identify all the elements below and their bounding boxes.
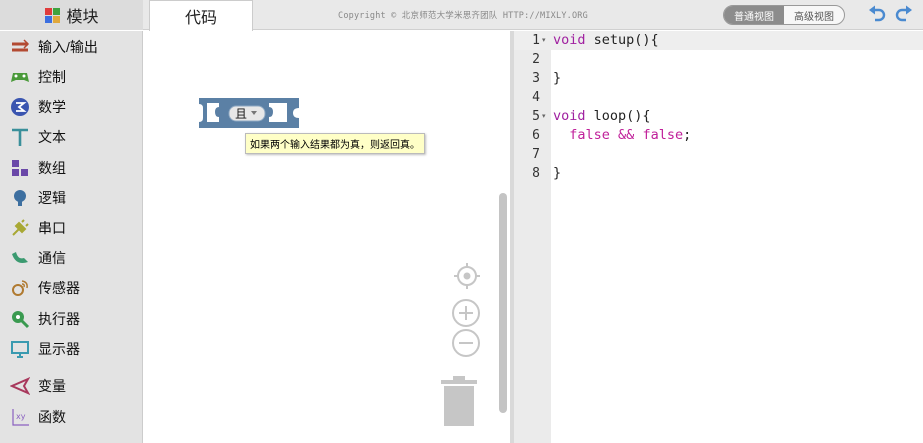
fold-arrow-icon[interactable]: ▾ (542, 107, 550, 126)
sidebar-item-array[interactable]: 数组 (10, 157, 66, 179)
variable-icon (10, 377, 30, 395)
line-number: 3 (532, 71, 540, 86)
code-token: false (569, 127, 610, 143)
undo-icon[interactable] (867, 4, 887, 24)
io-arrows-icon (12, 39, 30, 52)
zoom-in-icon[interactable] (451, 298, 481, 328)
line-number: 7 (532, 147, 540, 162)
sidebar-item-label: 数组 (38, 160, 66, 176)
code-text: loop(){ (585, 108, 651, 124)
sidebar-item-function[interactable]: xy 函数 (10, 406, 66, 428)
code-editor[interactable] (551, 31, 923, 443)
view-toggle[interactable]: 普通视图 高级视图 (723, 5, 845, 25)
mixly-app: 模块 代码 Copyright © 北京师范大学米思齐团队 HTTP://MIX… (0, 0, 923, 443)
workspace-scrollbar[interactable] (499, 193, 507, 413)
code-line: } (553, 164, 561, 183)
communication-icon (12, 252, 28, 263)
sidebar-item-label: 传感器 (38, 280, 80, 296)
center-target-icon[interactable] (453, 262, 481, 290)
sidebar-item-sensor[interactable]: 传感器 (10, 277, 80, 299)
sidebar-item-text[interactable]: 文本 (10, 126, 66, 148)
sidebar-item-label: 串口 (38, 220, 66, 236)
tab-blocks[interactable]: 模块 (0, 0, 143, 30)
array-blocks-icon (12, 160, 28, 176)
block-tooltip: 如果两个输入结果都为真，则返回真。 (245, 133, 425, 154)
line-number: 2 (532, 52, 540, 67)
sidebar-item-label: 通信 (38, 250, 66, 266)
function-xy-icon: xy (12, 409, 29, 426)
tab-blocks-label: 模块 (66, 9, 99, 26)
gamepad-icon (11, 73, 29, 82)
sidebar-item-variable[interactable]: 变量 (10, 375, 66, 397)
code-line: } (553, 69, 561, 88)
sidebar-item-actuator[interactable]: 执行器 (10, 308, 80, 330)
logic-operator-label: 且 (235, 107, 247, 121)
svg-text:xy: xy (16, 412, 26, 421)
line-number: 4 (532, 90, 540, 105)
category-sidebar: 输入/输出 控制 数学 文本 数组 逻辑 串口 通信 传感器 执行器 显示器 变… (0, 31, 143, 443)
copyright-text: Copyright © 北京师范大学米思齐团队 HTTP://MIXLY.ORG (338, 11, 588, 21)
tab-code[interactable]: 代码 (149, 0, 253, 31)
advanced-view-button[interactable]: 高级视图 (784, 6, 844, 24)
keyword-token: void (553, 108, 586, 124)
code-line: false && false; (553, 126, 691, 145)
sidebar-item-label: 数学 (38, 99, 66, 115)
sidebar-item-math[interactable]: 数学 (10, 96, 66, 118)
code-token: && (618, 127, 635, 143)
sidebar-item-display[interactable]: 显示器 (10, 338, 80, 360)
code-line: void setup(){ (553, 31, 659, 50)
monitor-icon (11, 341, 29, 358)
line-number: 5 (532, 109, 540, 124)
code-text: } (553, 70, 562, 86)
text-T-icon (12, 128, 28, 146)
sidebar-item-label: 函数 (38, 409, 66, 425)
math-icon (11, 98, 29, 116)
bulb-icon (14, 190, 26, 206)
code-text: } (553, 165, 562, 181)
sidebar-item-label: 输入/输出 (38, 39, 98, 55)
sidebar-item-label: 逻辑 (38, 190, 66, 206)
plug-icon (12, 219, 29, 236)
sidebar-item-label: 控制 (38, 69, 66, 85)
code-text: ; (683, 127, 692, 143)
redo-icon[interactable] (894, 4, 914, 24)
sidebar-item-label: 显示器 (38, 341, 80, 357)
logic-and-block[interactable]: 且 (193, 98, 299, 128)
code-line: void loop(){ (553, 107, 651, 126)
sensor-icon (12, 280, 28, 296)
trash-icon[interactable] (440, 376, 478, 428)
fold-arrow-icon[interactable]: ▾ (542, 31, 550, 50)
sidebar-item-label: 文本 (38, 129, 66, 145)
sidebar-item-communication[interactable]: 通信 (10, 247, 66, 269)
zoom-out-icon[interactable] (451, 328, 481, 358)
normal-view-button[interactable]: 普通视图 (724, 6, 784, 24)
sidebar-item-logic[interactable]: 逻辑 (10, 187, 66, 209)
line-number: 8 (532, 166, 540, 181)
code-text: setup(){ (585, 32, 659, 48)
actuator-icon (12, 311, 30, 329)
top-bar: 模块 代码 Copyright © 北京师范大学米思齐团队 HTTP://MIX… (0, 0, 923, 31)
puzzle-blocks-icon (45, 8, 61, 23)
line-number: 6 (532, 128, 540, 143)
keyword-token: void (553, 32, 586, 48)
sidebar-item-serial[interactable]: 串口 (10, 217, 66, 239)
sidebar-item-label: 变量 (38, 378, 66, 394)
tab-code-label: 代码 (184, 10, 217, 27)
sidebar-item-control[interactable]: 控制 (10, 66, 66, 88)
code-token: false (642, 127, 684, 143)
sidebar-item-label: 执行器 (38, 311, 80, 327)
line-number: 1 (532, 33, 540, 48)
sidebar-item-io[interactable]: 输入/输出 (10, 36, 98, 58)
